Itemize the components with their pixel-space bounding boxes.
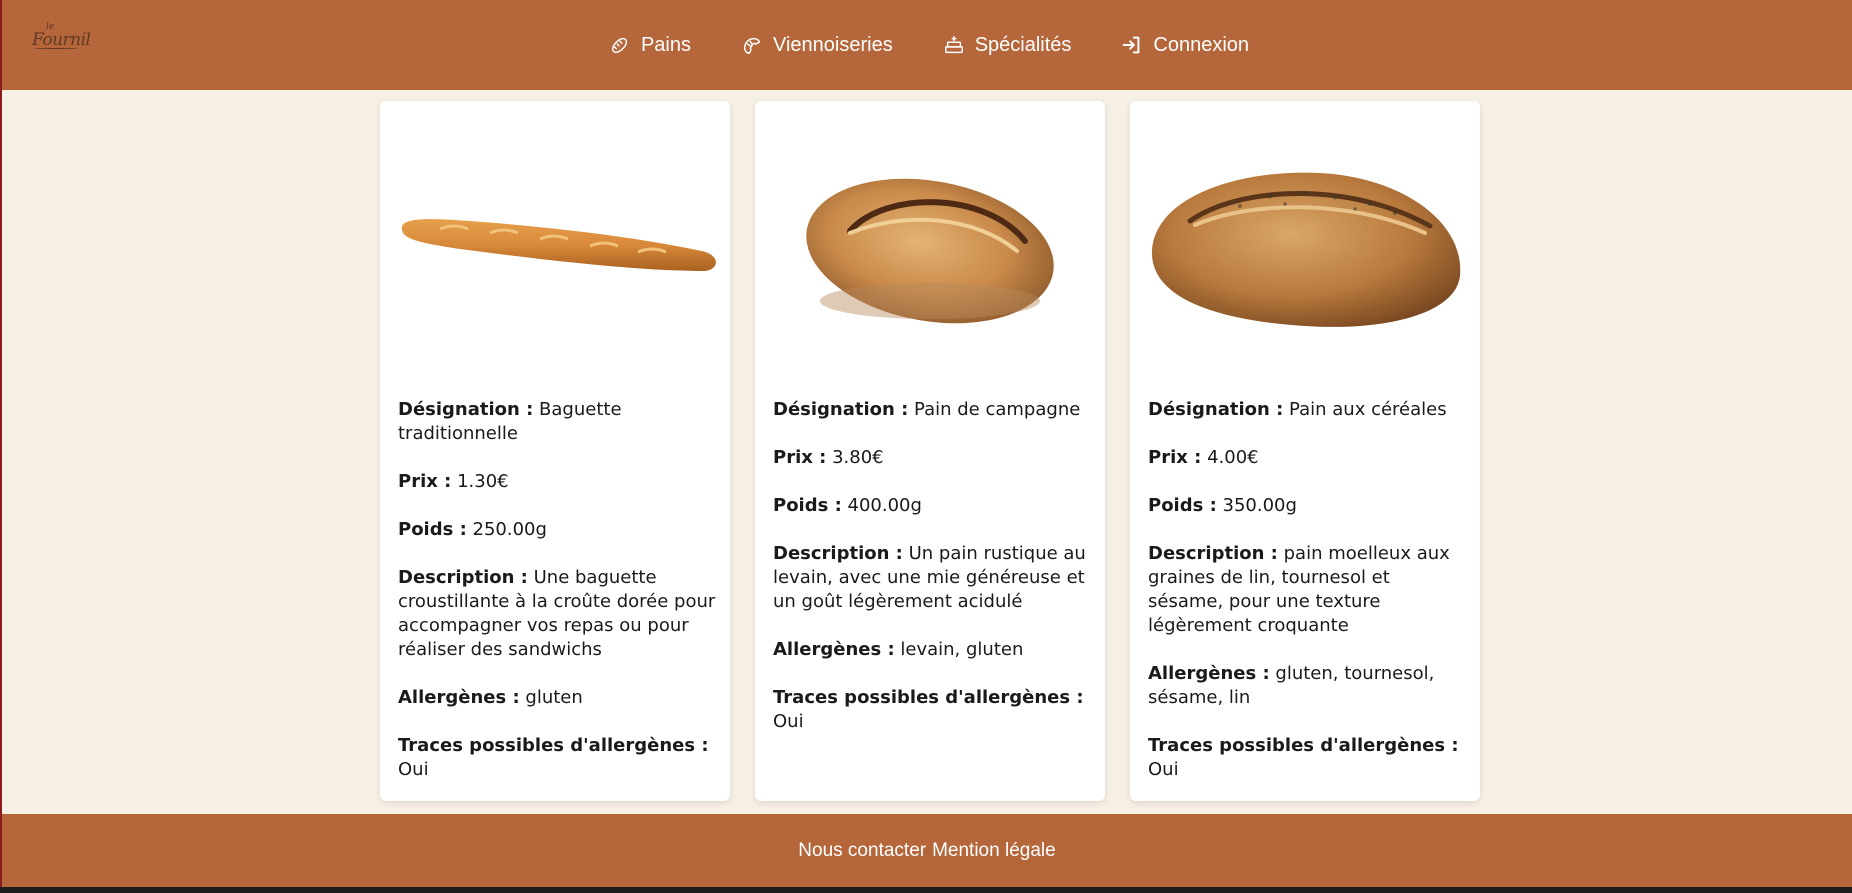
- product-card: Désignation : Baguette traditionnelle Pr…: [380, 101, 730, 801]
- weight-field: Poids : 250.00g: [398, 518, 718, 542]
- price-field: Prix : 1.30€: [398, 470, 718, 494]
- navbar: le Fournil Pains Viennoiseries Spécialit…: [2, 0, 1852, 90]
- price-value: 4.00€: [1207, 447, 1259, 468]
- weight-value: 350.00g: [1222, 495, 1297, 516]
- nav-item-specialites[interactable]: Spécialités: [943, 33, 1072, 57]
- traces-field: Traces possibles d'allergènes : Oui: [773, 686, 1093, 734]
- weight-value: 400.00g: [847, 495, 922, 516]
- description-field: Description : Une baguette croustillante…: [398, 566, 718, 662]
- product-image-pain-aux-cereales: [1130, 101, 1480, 401]
- cake-icon: [944, 36, 963, 54]
- product-details: Désignation : Pain aux céréales Prix : 4…: [1148, 398, 1468, 806]
- description-label: Description :: [398, 567, 528, 588]
- price-field: Prix : 3.80€: [773, 446, 1093, 470]
- designation-label: Désignation :: [773, 399, 909, 420]
- traces-label: Traces possibles d'allergènes :: [1148, 735, 1459, 756]
- nav-item-viennoiseries[interactable]: Viennoiseries: [741, 34, 893, 57]
- description-label: Description :: [1148, 543, 1278, 564]
- product-image-baguette: [380, 101, 730, 401]
- designation-value: Pain aux céréales: [1289, 399, 1447, 420]
- price-value: 1.30€: [457, 471, 509, 492]
- weight-label: Poids :: [1148, 495, 1217, 516]
- product-details: Désignation : Baguette traditionnelle Pr…: [398, 398, 718, 806]
- allergens-value: gluten: [525, 687, 583, 708]
- traces-field: Traces possibles d'allergènes : Oui: [398, 734, 718, 782]
- product-card: Désignation : Pain de campagne Prix : 3.…: [755, 101, 1105, 801]
- weight-value: 250.00g: [472, 519, 547, 540]
- bread-icon: [611, 37, 628, 54]
- price-value: 3.80€: [832, 447, 884, 468]
- product-image-pain-de-campagne: [755, 101, 1105, 401]
- description-field: Description : Un pain rustique au levain…: [773, 542, 1093, 614]
- page: le Fournil Pains Viennoiseries Spécialit…: [0, 0, 1852, 887]
- footer: Nous contacter Mention légale: [2, 814, 1852, 887]
- product-details: Désignation : Pain de campagne Prix : 3.…: [773, 398, 1093, 758]
- nav-label-viennoiseries: Viennoiseries: [772, 33, 893, 56]
- price-label: Prix :: [1148, 447, 1202, 468]
- contact-link[interactable]: Nous contacter: [798, 840, 926, 862]
- designation-value: Pain de campagne: [914, 399, 1081, 420]
- nav-item-pains[interactable]: Pains: [609, 34, 691, 57]
- nav-label-connexion: Connexion: [1153, 33, 1250, 56]
- product-card: Désignation : Pain aux céréales Prix : 4…: [1130, 101, 1480, 801]
- nav-label-pains: Pains: [640, 33, 691, 56]
- description-field: Description : pain moelleux aux graines …: [1148, 542, 1468, 638]
- legal-notice-link[interactable]: Mention légale: [932, 840, 1056, 862]
- allergens-field: Allergènes : gluten: [398, 686, 718, 710]
- croissant-icon: [743, 37, 761, 54]
- traces-field: Traces possibles d'allergènes : Oui: [1148, 734, 1468, 782]
- nav-item-connexion[interactable]: Connexion: [1121, 34, 1249, 57]
- allergens-field: Allergènes : gluten, tournesol, sésame, …: [1148, 662, 1468, 710]
- allergens-label: Allergènes :: [398, 687, 520, 708]
- allergens-label: Allergènes :: [1148, 663, 1270, 684]
- traces-label: Traces possibles d'allergènes :: [398, 735, 709, 756]
- weight-field: Poids : 400.00g: [773, 494, 1093, 518]
- designation-field: Désignation : Pain aux céréales: [1148, 398, 1468, 422]
- nav-label-specialites: Spécialités: [974, 33, 1072, 56]
- traces-value: Oui: [398, 759, 429, 780]
- designation-label: Désignation :: [398, 399, 534, 420]
- allergens-label: Allergènes :: [773, 639, 895, 660]
- main-nav: Pains Viennoiseries Spécialités Connexio…: [2, 0, 1852, 90]
- traces-value: Oui: [1148, 759, 1179, 780]
- weight-label: Poids :: [773, 495, 842, 516]
- login-icon: [1123, 36, 1140, 54]
- designation-label: Désignation :: [1148, 399, 1284, 420]
- allergens-field: Allergènes : levain, gluten: [773, 638, 1093, 662]
- designation-field: Désignation : Baguette traditionnelle: [398, 398, 718, 446]
- designation-field: Désignation : Pain de campagne: [773, 398, 1093, 422]
- product-list: Désignation : Baguette traditionnelle Pr…: [380, 101, 1480, 801]
- weight-label: Poids :: [398, 519, 467, 540]
- price-label: Prix :: [398, 471, 452, 492]
- weight-field: Poids : 350.00g: [1148, 494, 1468, 518]
- traces-value: Oui: [773, 711, 804, 732]
- price-field: Prix : 4.00€: [1148, 446, 1468, 470]
- price-label: Prix :: [773, 447, 827, 468]
- allergens-value: levain, gluten: [900, 639, 1024, 660]
- traces-label: Traces possibles d'allergènes :: [773, 687, 1084, 708]
- description-label: Description :: [773, 543, 903, 564]
